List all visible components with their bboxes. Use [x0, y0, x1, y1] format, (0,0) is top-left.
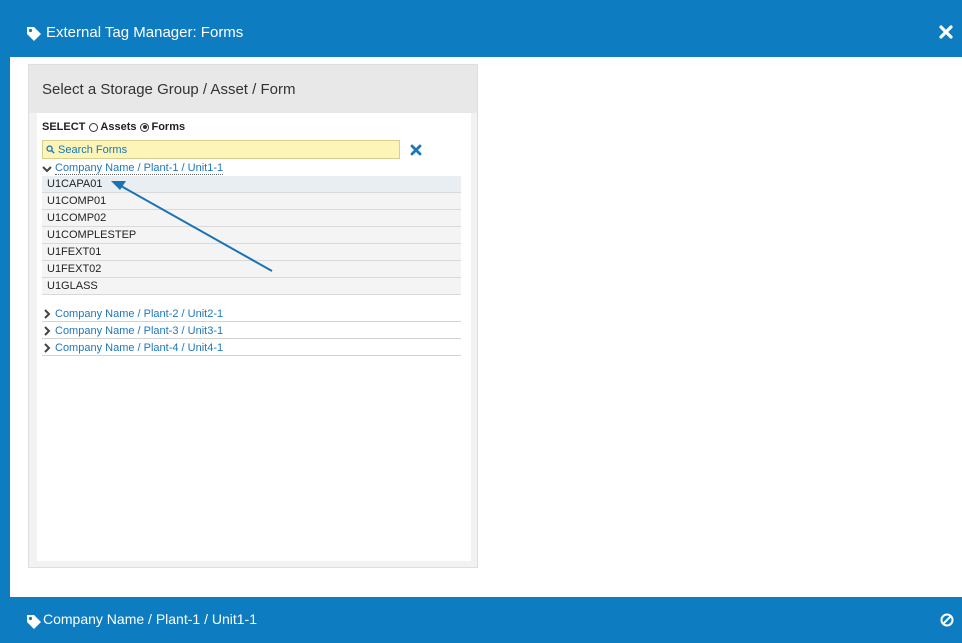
ban-icon[interactable]	[940, 613, 954, 627]
form-row[interactable]: U1COMP02	[42, 210, 461, 227]
form-row[interactable]: U1COMPLESTEP	[42, 227, 461, 244]
radio-assets-label[interactable]: Assets	[100, 121, 136, 133]
group-label: Company Name / Plant-1 / Unit1-1	[55, 162, 224, 175]
chevron-right-icon	[44, 325, 51, 336]
group-label: Company Name / Plant-2 / Unit2-1	[55, 307, 224, 320]
form-row[interactable]: U1COMP01	[42, 193, 461, 210]
form-row[interactable]: U1FEXT02	[42, 261, 461, 278]
search-icon	[46, 145, 55, 154]
group-header-unit3-1[interactable]: Company Name / Plant-3 / Unit3-1	[42, 323, 461, 339]
radio-assets[interactable]	[89, 122, 99, 132]
radio-forms[interactable]	[140, 122, 150, 132]
tag-icon	[27, 615, 41, 629]
search-box	[42, 140, 400, 159]
select-type-row: SELECT Assets Forms	[42, 121, 185, 133]
group-label: Company Name / Plant-4 / Unit4-1	[55, 341, 224, 354]
selector-panel: Select a Storage Group / Asset / Form SE…	[28, 64, 478, 568]
chevron-right-icon	[44, 308, 51, 319]
dialog-content: Select a Storage Group / Asset / Form SE…	[10, 57, 962, 597]
form-row[interactable]: U1FEXT01	[42, 244, 461, 261]
close-icon[interactable]	[936, 22, 956, 42]
window-header: External Tag Manager: Forms	[10, 9, 962, 57]
radio-forms-label[interactable]: Forms	[151, 121, 185, 133]
chevron-down-icon	[42, 165, 52, 172]
group-header-unit2-1[interactable]: Company Name / Plant-2 / Unit2-1	[42, 306, 461, 322]
window-title: External Tag Manager: Forms	[46, 24, 244, 41]
tag-icon	[27, 27, 41, 41]
chevron-right-icon	[44, 342, 51, 353]
search-input[interactable]	[58, 142, 393, 157]
group-header-unit4-1[interactable]: Company Name / Plant-4 / Unit4-1	[42, 340, 461, 356]
group-header-unit1-1[interactable]: Company Name / Plant-1 / Unit1-1	[42, 161, 461, 176]
panel-body: SELECT Assets Forms Company	[37, 113, 471, 561]
form-row[interactable]: U1CAPA01	[42, 176, 461, 193]
select-label: SELECT	[42, 121, 86, 133]
panel-header: Select a Storage Group / Asset / Form	[29, 65, 477, 113]
form-row[interactable]: U1GLASS	[42, 278, 461, 295]
clear-search-icon[interactable]	[409, 143, 423, 157]
panel-title: Select a Storage Group / Asset / Form	[42, 81, 296, 98]
footer-bar: Company Name / Plant-1 / Unit1-1	[10, 597, 962, 643]
footer-title: Company Name / Plant-1 / Unit1-1	[43, 611, 257, 627]
group-label: Company Name / Plant-3 / Unit3-1	[55, 324, 224, 337]
